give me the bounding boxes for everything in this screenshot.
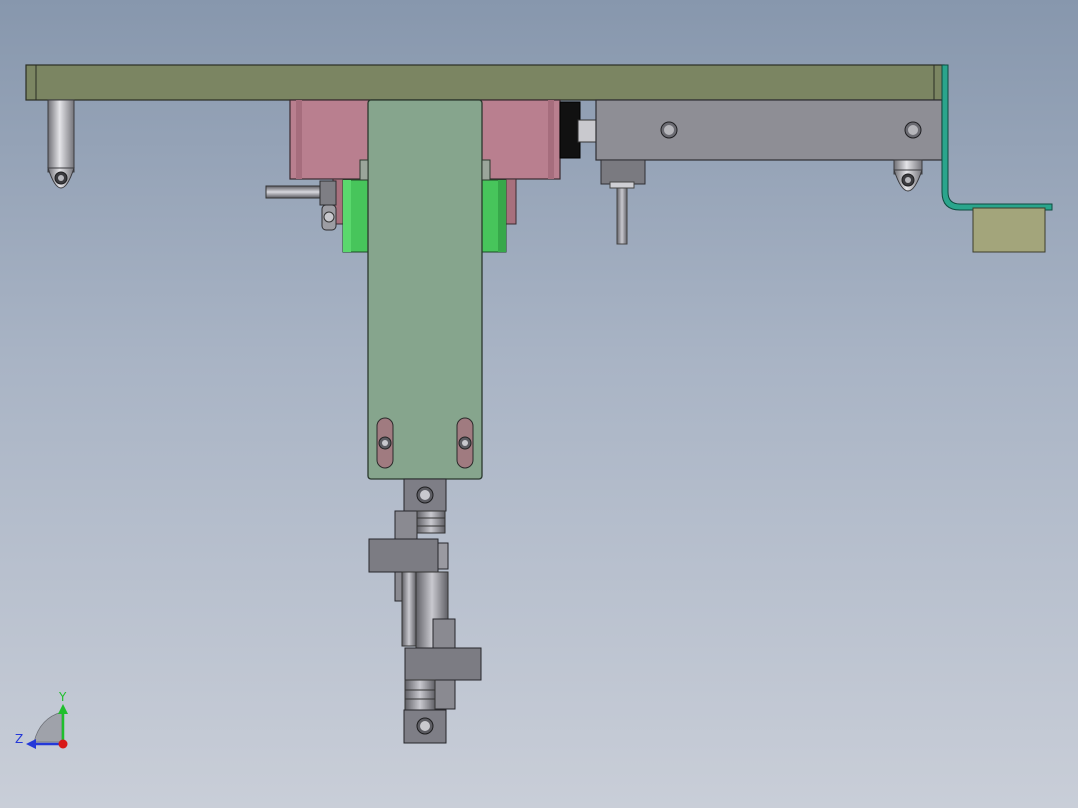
axis-triad: Y Z — [15, 690, 68, 749]
x-axis-origin-icon — [58, 739, 68, 749]
y-axis-label: Y — [58, 690, 67, 704]
cad-viewport[interactable]: Y Z — [0, 0, 1078, 808]
z-axis-label: Z — [15, 732, 23, 746]
triad-arc-icon — [33, 711, 63, 743]
